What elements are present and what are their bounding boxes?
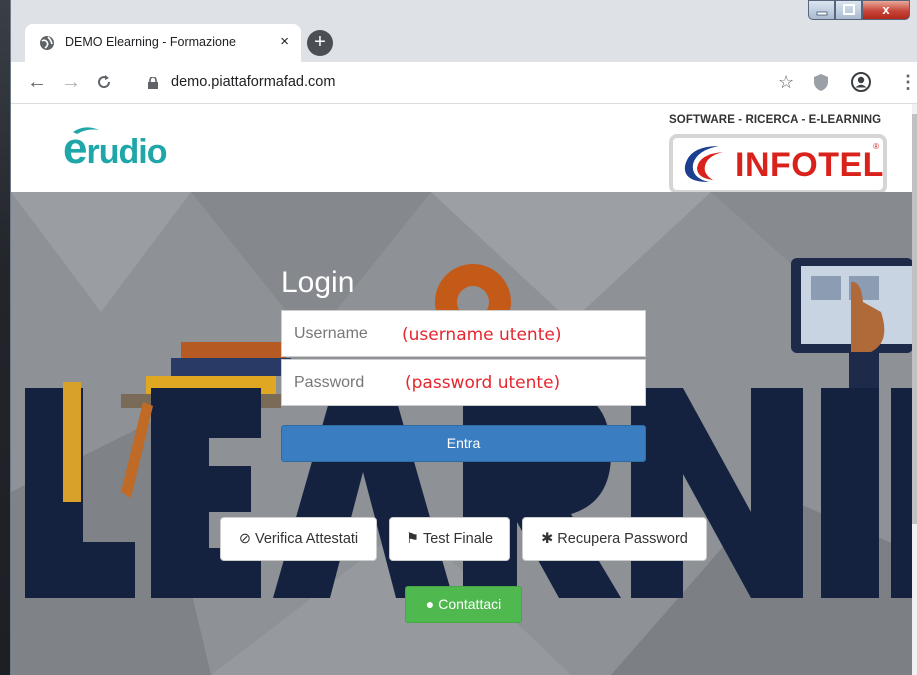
forward-icon[interactable]: →	[61, 72, 81, 92]
site-header: erudio SOFTWARE - RICERCA - E-LEARNING I…	[11, 104, 913, 194]
login-button[interactable]: Entra	[281, 425, 646, 462]
scrollbar-thumb[interactable]	[912, 114, 917, 524]
tagline: SOFTWARE - RICERCA - E-LEARNING	[669, 114, 882, 126]
tab-title: DEMO Elearning - Formazione	[65, 35, 236, 49]
infotel-swoosh-icon	[684, 146, 723, 182]
user-icon: ●	[425, 596, 435, 612]
browser-toolbar: ← → demo.piattaformafad.com ☆ ⋮	[11, 62, 917, 104]
login-title: Login	[281, 266, 355, 299]
globe-icon	[40, 36, 54, 50]
window-controls: x	[808, 0, 910, 22]
web-page: erudio SOFTWARE - RICERCA - E-LEARNING I…	[11, 104, 913, 675]
page-scrollbar[interactable]	[912, 104, 917, 675]
infotel-logo[interactable]: INFOTEL ®	[669, 134, 887, 194]
close-button[interactable]: x	[862, 0, 910, 20]
browser-tab[interactable]: DEMO Elearning - Formazione ×	[25, 24, 301, 62]
final-test-button[interactable]: ⚑ Test Finale	[389, 517, 510, 561]
minimize-icon	[816, 11, 828, 16]
new-tab-button[interactable]: +	[307, 30, 333, 56]
infotel-brand: INFOTEL	[735, 146, 884, 184]
check-circle-icon: ⊘	[238, 531, 251, 547]
minimize-button[interactable]	[808, 0, 835, 20]
graduation-cap-icon	[73, 127, 99, 134]
maximize-icon	[843, 4, 855, 15]
maximize-button[interactable]	[835, 0, 862, 20]
username-annotation: (username utente)	[402, 325, 562, 345]
shield-icon[interactable]	[814, 74, 828, 91]
flag-icon: ⚑	[405, 531, 419, 547]
gear-icon: ✱	[541, 531, 554, 547]
tab-close-icon[interactable]: ×	[280, 33, 289, 50]
recover-password-button[interactable]: ✱ Recupera Password	[522, 517, 707, 561]
browser-window: DEMO Elearning - Formazione × + x ← → de…	[10, 0, 917, 675]
registered-mark: ®	[873, 142, 879, 151]
close-icon: x	[882, 2, 890, 17]
tab-strip: DEMO Elearning - Formazione × + x	[11, 0, 917, 62]
menu-icon[interactable]: ⋮	[899, 72, 917, 93]
verify-certificates-button[interactable]: ⊘ Verifica Attestati	[220, 517, 377, 561]
login-hero: Login (username utente) (password utente…	[11, 192, 913, 675]
contact-button[interactable]: ● Contattaci	[405, 586, 522, 623]
password-annotation: (password utente)	[405, 373, 561, 393]
star-icon[interactable]: ☆	[778, 72, 794, 93]
reload-icon[interactable]	[95, 73, 113, 91]
back-icon[interactable]: ←	[27, 72, 47, 92]
address-bar[interactable]: demo.piattaformafad.com	[171, 74, 335, 90]
lock-icon[interactable]	[148, 77, 158, 89]
profile-icon[interactable]	[851, 72, 871, 92]
